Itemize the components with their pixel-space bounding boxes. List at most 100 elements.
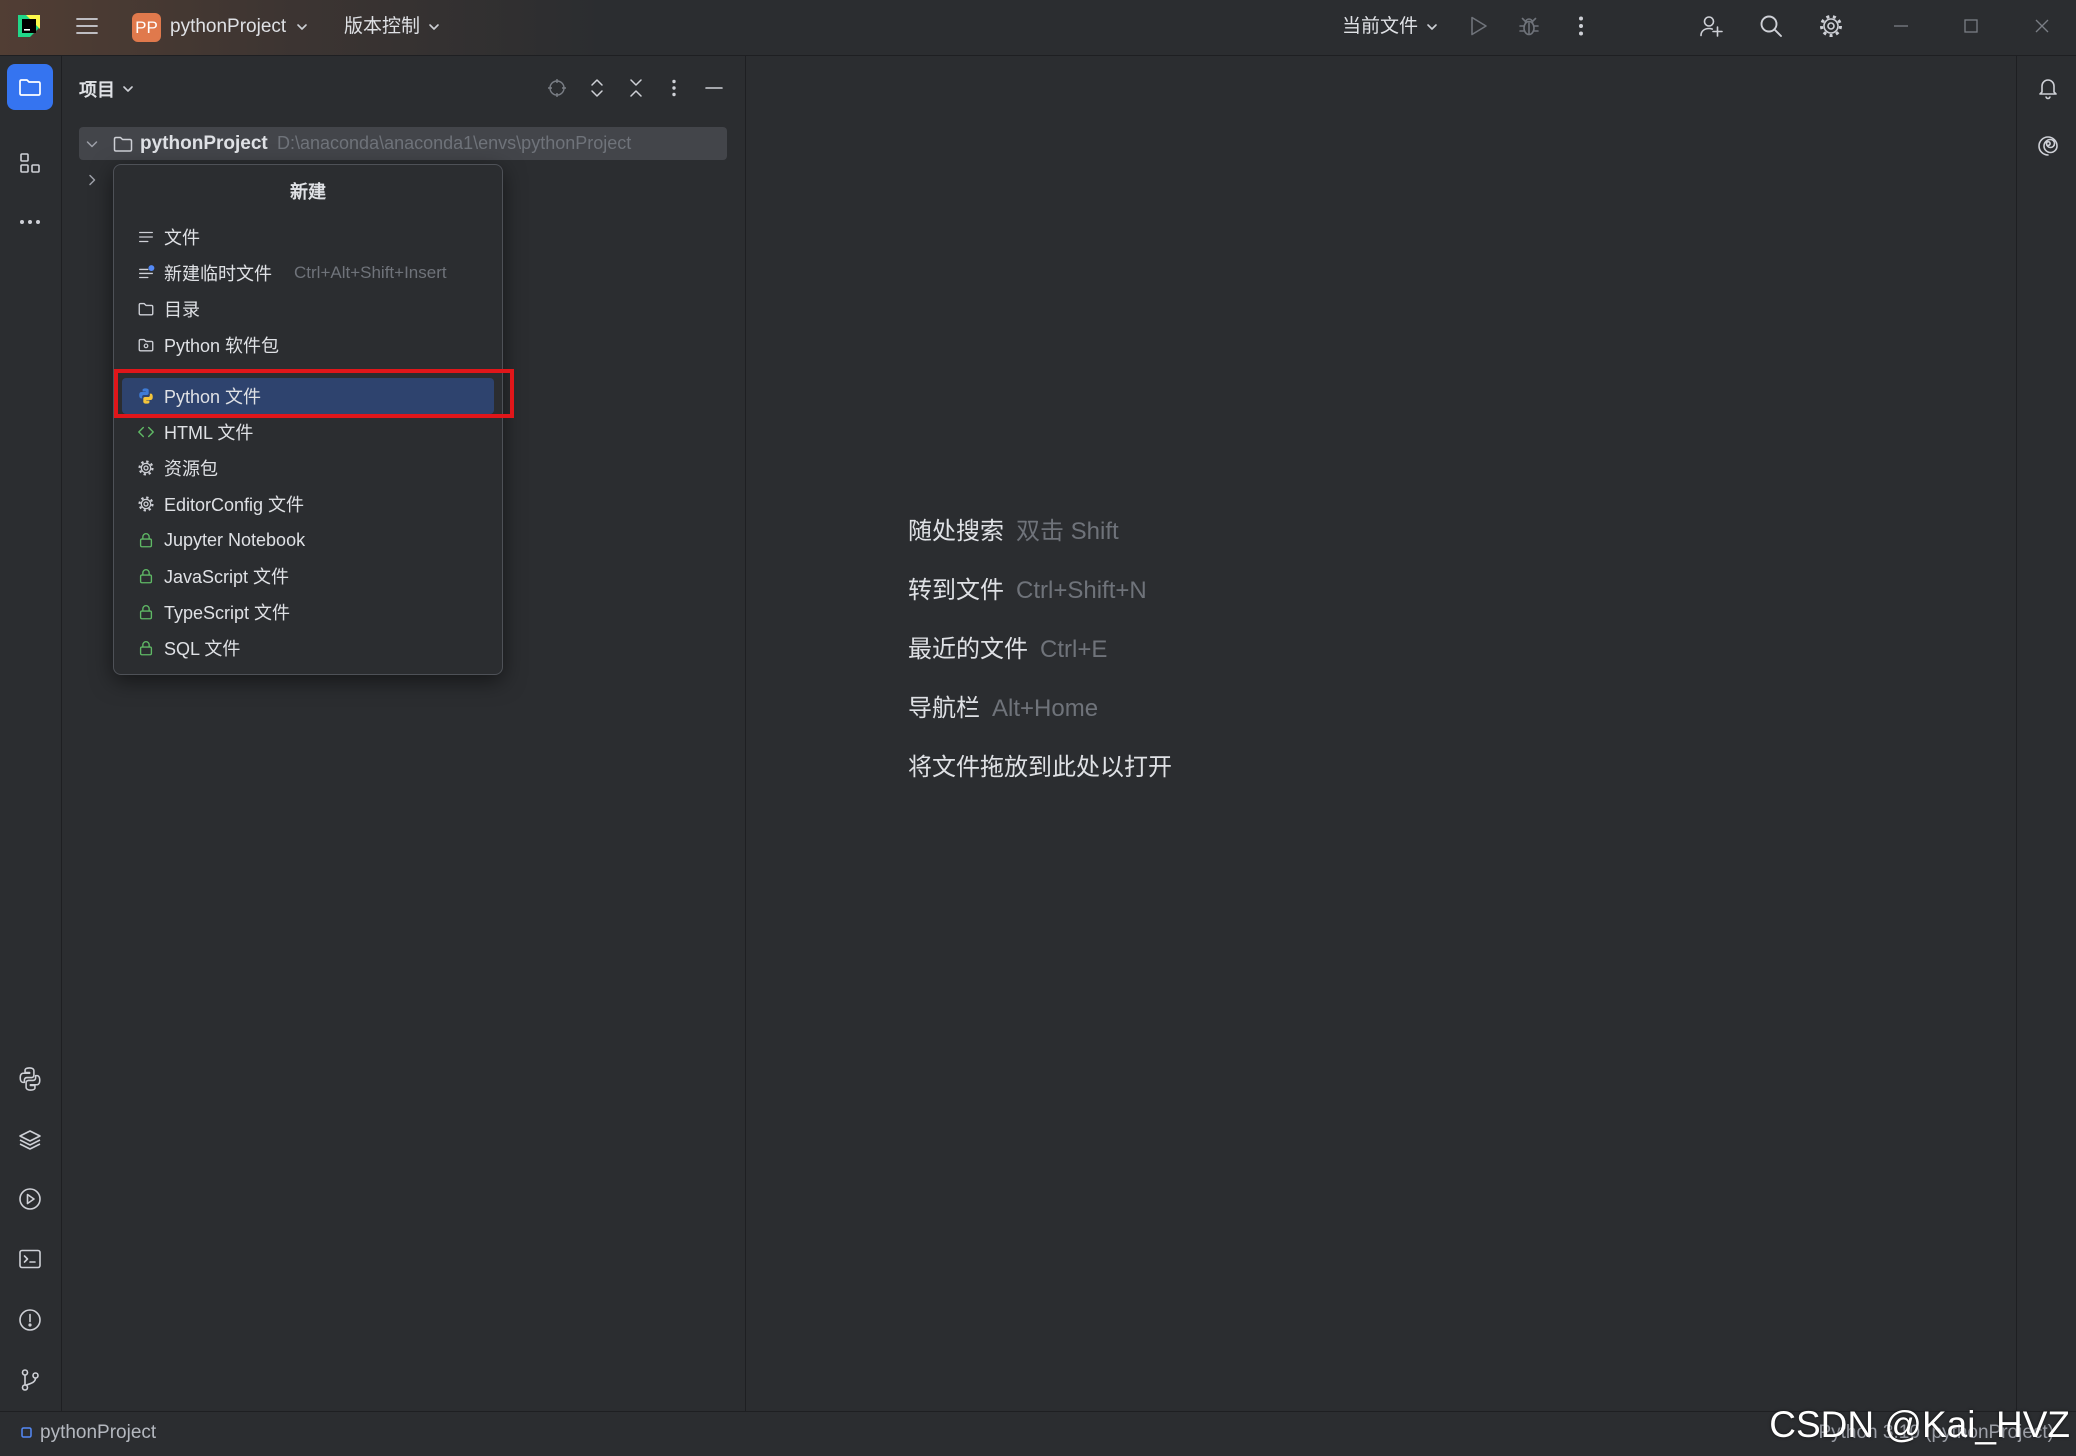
- menu-item-label: EditorConfig 文件: [164, 495, 305, 515]
- lock-icon: [137, 567, 155, 585]
- chevron-down-icon: [427, 20, 441, 34]
- structure-icon[interactable]: [17, 150, 43, 176]
- main-menu-icon[interactable]: [74, 13, 100, 39]
- chevron-down-icon: [1425, 20, 1439, 34]
- hint-action: 随处搜索: [908, 518, 1004, 545]
- hint-action: 转到文件: [908, 577, 1004, 604]
- popup-title: 新建: [290, 182, 326, 202]
- settings-gear-icon[interactable]: [1818, 13, 1844, 39]
- more-actions-icon[interactable]: [1568, 13, 1594, 39]
- new-file-popup: 新建 文件新建临时文件 Ctrl+Alt+Shift+Insert 目录 Python…: [113, 164, 503, 675]
- editorconfig-icon: [137, 495, 155, 513]
- hint-shortcut: Alt+Home: [992, 695, 1099, 722]
- git-branch-icon[interactable]: [17, 1367, 43, 1393]
- folder-icon: [112, 133, 134, 155]
- terminal-icon[interactable]: [17, 1246, 43, 1272]
- right-tool-strip: [2016, 56, 2076, 1411]
- left-tool-strip: [0, 56, 62, 1411]
- collapse-all-icon[interactable]: [625, 77, 647, 99]
- menu-item-new-sql-file[interactable]: SQL 文件: [122, 630, 494, 666]
- editor-hint: 导航栏 Alt+Home: [908, 694, 1172, 753]
- python-console-icon[interactable]: [17, 1066, 43, 1092]
- menu-item-label: Python 软件包: [164, 336, 280, 356]
- menu-item-shortcut: Ctrl+Alt+Shift+Insert: [294, 263, 447, 282]
- resource-bundle-icon: [137, 459, 155, 477]
- run-config-label: 当前文件: [1342, 16, 1419, 37]
- window-maximize-icon[interactable]: [1958, 13, 1984, 39]
- tree-root-path: D:\anaconda\anaconda1\envs\pythonProject: [277, 133, 632, 153]
- menu-item-new-html-file[interactable]: HTML 文件: [122, 414, 494, 450]
- menu-item-label: 资源包: [164, 459, 218, 479]
- lock-icon: [137, 531, 155, 549]
- hint-action: 最近的文件: [908, 636, 1028, 663]
- menu-item-new-file[interactable]: 文件: [122, 219, 494, 255]
- project-panel-title: 项目: [79, 80, 115, 100]
- status-project-name[interactable]: pythonProject: [40, 1412, 156, 1454]
- project-view-selector[interactable]: 项目: [79, 77, 135, 101]
- ai-assistant-spiral-icon[interactable]: [2035, 133, 2061, 159]
- hide-panel-icon[interactable]: [703, 77, 725, 99]
- run-tool-window-icon[interactable]: [17, 1186, 43, 1212]
- layers-services-icon[interactable]: [17, 1127, 43, 1153]
- html-icon: [137, 423, 155, 441]
- text-file-icon: [137, 228, 155, 246]
- status-bar: pythonProject Python 3.10 (pythonProject…: [0, 1404, 2076, 1456]
- menu-item-new-jupyter-notebook[interactable]: Jupyter Notebook: [122, 522, 494, 558]
- lock-icon: [137, 639, 155, 657]
- editor-hint: 将文件拖放到此处以打开: [908, 753, 1172, 812]
- notifications-bell-icon[interactable]: [2035, 74, 2061, 100]
- vcs-menu-button[interactable]: 版本控制: [344, 11, 441, 43]
- lock-icon: [137, 603, 155, 621]
- locate-file-icon[interactable]: [546, 77, 568, 99]
- problems-icon[interactable]: [17, 1307, 43, 1333]
- window-minimize-icon[interactable]: [1888, 13, 1914, 39]
- hint-action: 将文件拖放到此处以打开: [908, 754, 1172, 781]
- window-close-icon[interactable]: [2029, 13, 2055, 39]
- expand-all-icon[interactable]: [586, 77, 608, 99]
- menu-item-label: 目录: [164, 300, 200, 320]
- project-name: pythonProject: [170, 16, 287, 37]
- menu-item-new-typescript-file[interactable]: TypeScript 文件: [122, 594, 494, 630]
- project-square-icon: [21, 1427, 32, 1438]
- project-folder-icon[interactable]: [17, 74, 43, 100]
- watermark: CSDN @Kai_HVZ: [1769, 1404, 2070, 1445]
- menu-item-label: 新建临时文件: [164, 264, 272, 284]
- add-user-icon[interactable]: [1698, 13, 1724, 39]
- debug-icon[interactable]: [1516, 13, 1542, 39]
- folder-icon: [137, 300, 155, 318]
- popup-items: 文件新建临时文件 Ctrl+Alt+Shift+Insert 目录 Python 软件…: [114, 219, 502, 666]
- menu-item-new-scratch-file[interactable]: 新建临时文件 Ctrl+Alt+Shift+Insert: [122, 255, 494, 291]
- project-tree-root[interactable]: pythonProject D:\anaconda\anaconda1\envs…: [79, 127, 727, 160]
- menu-item-new-javascript-file[interactable]: JavaScript 文件: [122, 558, 494, 594]
- scratch-file-icon: [137, 264, 155, 282]
- menu-item-new-python-package[interactable]: Python 软件包: [122, 327, 494, 363]
- menu-item-new-editorconfig-file[interactable]: EditorConfig 文件: [122, 486, 494, 522]
- editor-hint: 随处搜索 双击 Shift: [908, 517, 1172, 576]
- chevron-right-icon[interactable]: [84, 172, 100, 188]
- menu-item-label: TypeScript 文件: [164, 603, 291, 623]
- menu-item-label: SQL 文件: [164, 639, 241, 659]
- menu-item-new-resource-bundle[interactable]: 资源包: [122, 450, 494, 486]
- python-package-icon: [137, 336, 155, 354]
- editor-area[interactable]: 随处搜索 双击 Shift 转到文件 Ctrl+Shift+N 最近的文件 Ctrl+E 导…: [746, 56, 2016, 1411]
- run-config-selector[interactable]: 当前文件: [1342, 11, 1439, 43]
- hint-shortcut: Ctrl+Shift+N: [1016, 577, 1147, 604]
- run-icon[interactable]: [1465, 13, 1491, 39]
- menu-item-new-directory[interactable]: 目录: [122, 291, 494, 327]
- menu-item-label: Jupyter Notebook: [164, 529, 306, 550]
- annotation-highlight-box: [114, 369, 514, 418]
- chevron-down-icon[interactable]: [84, 136, 100, 152]
- pycharm-logo-icon[interactable]: [16, 13, 42, 39]
- menu-item-label: HTML 文件: [164, 423, 254, 443]
- project-selector[interactable]: PP pythonProject: [132, 11, 309, 43]
- menu-item-label: 文件: [164, 228, 200, 248]
- menu-item-label: JavaScript 文件: [164, 567, 290, 587]
- hint-action: 导航栏: [908, 695, 980, 722]
- editor-hint: 最近的文件 Ctrl+E: [908, 635, 1172, 694]
- more-tool-windows-icon[interactable]: [17, 209, 43, 235]
- search-icon[interactable]: [1758, 13, 1784, 39]
- hint-shortcut: Ctrl+E: [1040, 636, 1108, 663]
- hint-shortcut: 双击 Shift: [1016, 518, 1119, 545]
- editor-empty-hints: 随处搜索 双击 Shift 转到文件 Ctrl+Shift+N 最近的文件 Ctrl+E 导…: [908, 517, 1172, 812]
- panel-options-icon[interactable]: [663, 77, 685, 99]
